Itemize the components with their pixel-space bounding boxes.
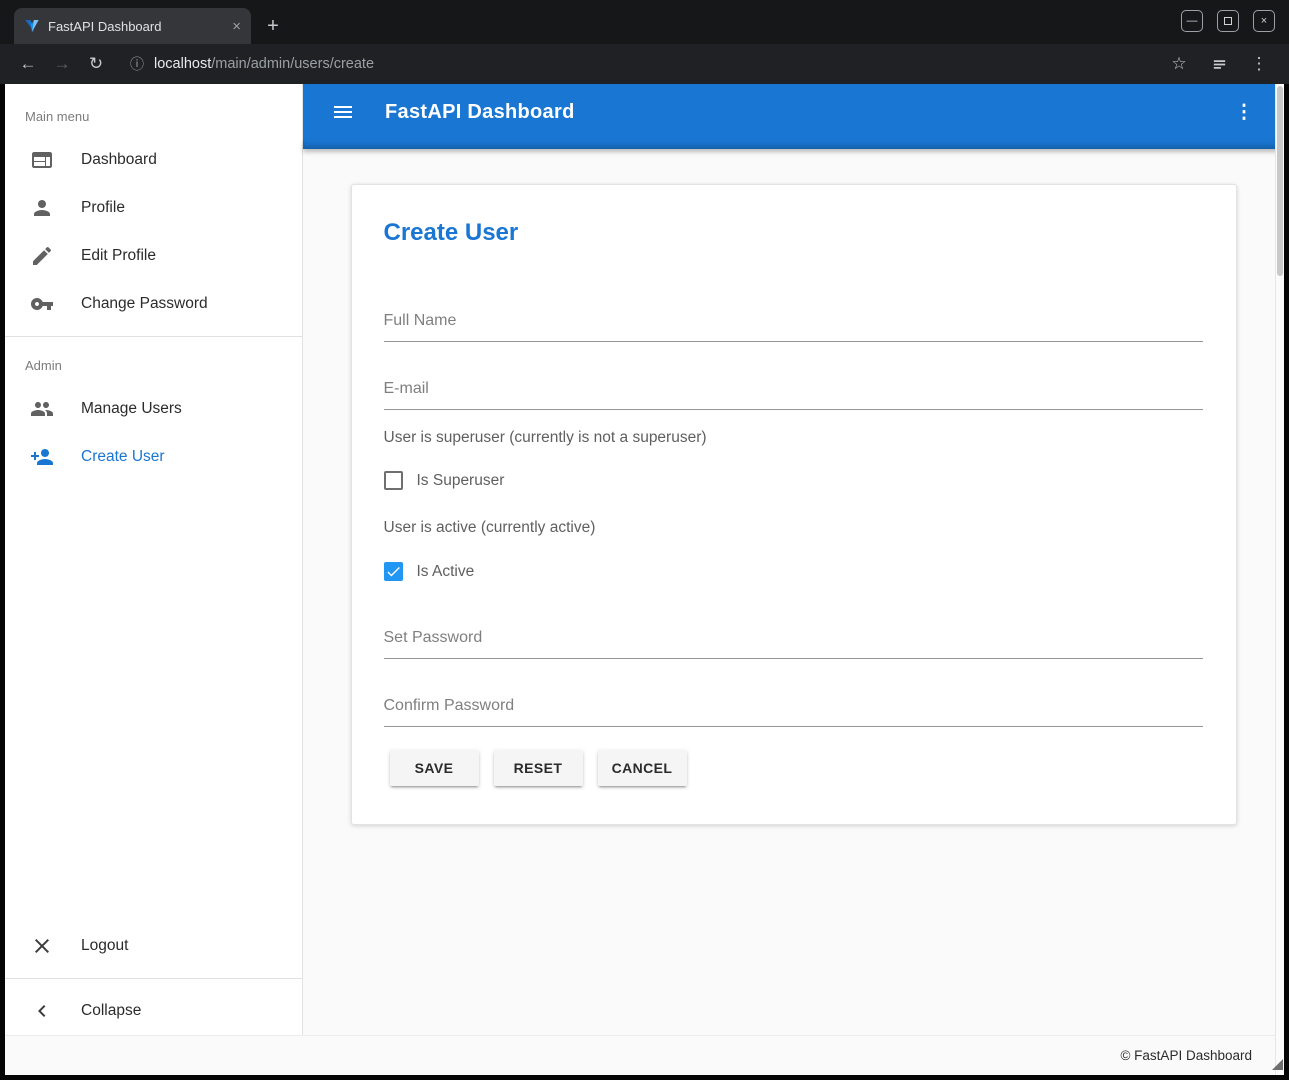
page-viewport: Main menu Dashboard Profile [5, 84, 1284, 1075]
url-path: /main/admin/users/create [211, 56, 374, 72]
sidebar-item-collapse[interactable]: Collapse [5, 987, 302, 1035]
form-actions: SAVE RESET CANCEL [390, 750, 1203, 786]
sidebar-item-logout[interactable]: Logout [5, 922, 302, 970]
active-checkbox[interactable] [384, 562, 403, 581]
sidebar-item-label: Dashboard [81, 151, 157, 169]
app-bar-menu-icon[interactable]: ⋮ [1232, 101, 1256, 124]
tab-close-icon[interactable]: × [232, 18, 241, 35]
cancel-button[interactable]: CANCEL [598, 750, 687, 786]
superuser-checkbox[interactable] [384, 471, 403, 490]
active-checkbox-row[interactable]: Is Active [384, 562, 1203, 581]
create-user-card: Create User User is superuser (currently… [351, 184, 1237, 825]
tab-title: FastAPI Dashboard [48, 19, 224, 34]
address-bar[interactable]: ⓘ localhost/main/admin/users/create [116, 54, 1161, 74]
confirm-password-field[interactable] [384, 696, 1203, 727]
close-icon [30, 934, 54, 958]
superuser-hint: User is superuser (currently is not a su… [384, 428, 1203, 448]
app-bar: FastAPI Dashboard ⋮ [303, 84, 1284, 140]
group-icon [30, 397, 54, 421]
page: Main menu Dashboard Profile [5, 84, 1284, 1035]
back-icon[interactable]: ← [14, 50, 42, 78]
superuser-checkbox-label: Is Superuser [417, 472, 505, 490]
sidebar-item-label: Collapse [81, 1002, 141, 1020]
sidebar-item-label: Logout [81, 937, 128, 955]
person-add-icon [30, 445, 54, 469]
app-bar-title: FastAPI Dashboard [385, 101, 1202, 124]
browser-tab[interactable]: FastAPI Dashboard × [14, 8, 251, 44]
dashboard-icon [30, 148, 54, 172]
toolbar-right-icons: ☆ ⋮ [1167, 50, 1275, 78]
sidebar-divider [5, 978, 302, 979]
browser-menu-icon[interactable]: ⋮ [1247, 50, 1271, 78]
sidebar-spacer [5, 481, 302, 922]
page-footer: © FastAPI Dashboard [5, 1035, 1284, 1075]
sidebar-item-label: Manage Users [81, 400, 182, 418]
sidebar-item-create-user[interactable]: Create User [5, 433, 302, 481]
copyright-text: © FastAPI Dashboard [1120, 1048, 1252, 1063]
person-icon [30, 196, 54, 220]
list-icon[interactable] [1207, 50, 1231, 78]
content-area: Create User User is superuser (currently… [303, 149, 1284, 1035]
sidebar-divider [5, 336, 302, 337]
scrollbar-thumb[interactable] [1277, 86, 1283, 276]
menu-icon[interactable] [331, 100, 355, 124]
sidebar-header-main-menu: Main menu [5, 96, 302, 136]
superuser-checkbox-row[interactable]: Is Superuser [384, 471, 1203, 490]
browser-toolbar: ← → ↻ ⓘ localhost/main/admin/users/creat… [0, 44, 1289, 84]
chevron-left-icon [30, 999, 54, 1023]
sidebar-item-profile[interactable]: Profile [5, 184, 302, 232]
sidebar-item-label: Edit Profile [81, 247, 156, 265]
browser-titlebar: FastAPI Dashboard × + — × [0, 0, 1289, 44]
sidebar-item-dashboard[interactable]: Dashboard [5, 136, 302, 184]
full-name-field[interactable] [384, 311, 1203, 342]
pencil-icon [30, 244, 54, 268]
resize-grip-icon [1272, 1059, 1283, 1070]
email-input[interactable] [384, 379, 1203, 410]
sidebar-item-manage-users[interactable]: Manage Users [5, 385, 302, 433]
set-password-field[interactable] [384, 628, 1203, 659]
full-name-input[interactable] [384, 311, 1203, 342]
page-info-icon[interactable]: ⓘ [130, 54, 144, 74]
sidebar-item-edit-profile[interactable]: Edit Profile [5, 232, 302, 280]
sidebar-header-admin: Admin [5, 345, 302, 385]
browser-window: FastAPI Dashboard × + — × ← → ↻ ⓘ localh… [0, 0, 1289, 1080]
reset-button[interactable]: RESET [494, 750, 583, 786]
app-bar-extension [303, 140, 1284, 149]
window-controls: — × [1181, 10, 1275, 32]
sidebar-item-label: Change Password [81, 295, 208, 313]
window-maximize-button[interactable] [1217, 10, 1239, 32]
key-icon [30, 292, 54, 316]
forward-icon[interactable]: → [48, 50, 76, 78]
window-minimize-button[interactable]: — [1181, 10, 1203, 32]
sidebar-item-change-password[interactable]: Change Password [5, 280, 302, 328]
bookmark-star-icon[interactable]: ☆ [1167, 50, 1191, 78]
confirm-password-input[interactable] [384, 696, 1203, 727]
page-title: Create User [384, 219, 1203, 247]
reload-icon[interactable]: ↻ [82, 50, 110, 78]
set-password-input[interactable] [384, 628, 1203, 659]
window-close-button[interactable]: × [1253, 10, 1275, 32]
url-host: localhost [154, 56, 211, 72]
url-text[interactable]: localhost/main/admin/users/create [154, 56, 374, 72]
vuetify-logo-icon [24, 18, 40, 34]
sidebar-item-label: Create User [81, 448, 165, 466]
email-field[interactable] [384, 379, 1203, 410]
maximize-icon [1224, 17, 1232, 25]
new-tab-button[interactable]: + [259, 12, 287, 40]
save-button[interactable]: SAVE [390, 750, 479, 786]
active-checkbox-label: Is Active [417, 563, 475, 581]
sidebar: Main menu Dashboard Profile [5, 84, 303, 1035]
active-hint: User is active (currently active) [384, 518, 1203, 538]
page-scrollbar[interactable] [1275, 84, 1284, 1075]
sidebar-item-label: Profile [81, 199, 125, 217]
main-area: FastAPI Dashboard ⋮ Create User User is … [303, 84, 1284, 1035]
